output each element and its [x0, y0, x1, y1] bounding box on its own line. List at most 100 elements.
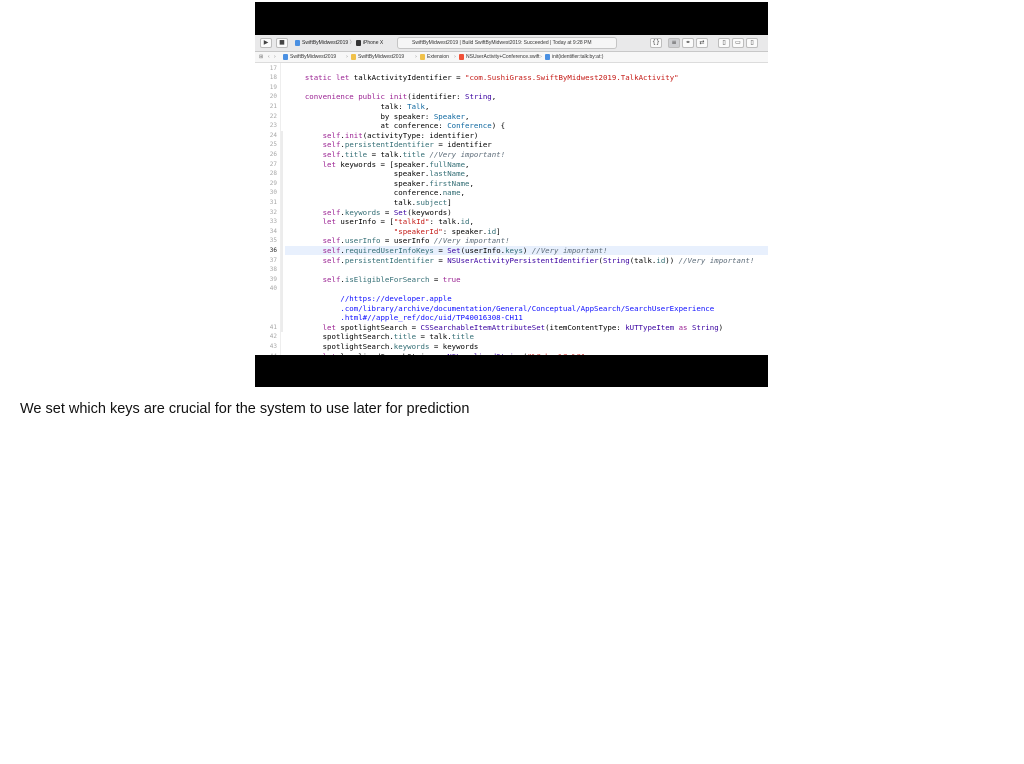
jumpbar-item-project[interactable]: SwiftByMidwest2019 — [283, 52, 336, 62]
code-token: = talk. — [367, 149, 403, 159]
code-token: ) { — [491, 121, 506, 131]
source-editor[interactable]: 17 18 19 20 21 22 23 24 25 26 27 28 29 30 31 32 33 34 35 36… — [255, 63, 768, 355]
scheme-selector[interactable]: SwiftByMidwest2019 〉 iPhone X — [295, 38, 383, 48]
chevron-right-icon: › — [540, 54, 542, 60]
code-token: init — [344, 130, 363, 140]
code-token: at conference: — [287, 121, 448, 131]
code-line: self.persistentIdentifier = NSUserActivi… — [287, 255, 755, 266]
bottom-panel-icon: ▭ — [735, 39, 741, 46]
line-number: 19 — [269, 83, 277, 91]
lines-icon: ≡ — [671, 39, 677, 46]
line-number: 23 — [269, 122, 277, 130]
code-token: as — [678, 322, 688, 332]
xcode-toolbar: ▶ ■ SwiftByMidwest2019 〉 iPhone X SwiftB… — [255, 35, 768, 52]
navigator-toggle-button[interactable]: ▯ — [718, 38, 730, 48]
version-editor-button[interactable]: ⇄ — [696, 38, 708, 48]
code-token: persistentIdentifier — [344, 255, 434, 265]
code-line: spotlightSearch.keywords = keywords — [287, 341, 479, 352]
chevron-right-icon: › — [415, 54, 417, 60]
line-number: 42 — [269, 333, 277, 341]
code-token: kUTTypeItem — [625, 322, 675, 332]
code-token: self — [322, 140, 341, 150]
code-line: self.keywords = Set(keywords) — [287, 208, 452, 218]
chevron-right-icon: › — [346, 54, 348, 60]
code-line: let spotlightSearch = CSSearchableItemAt… — [287, 322, 724, 333]
code-token: persistentIdentifier — [344, 140, 434, 150]
code-token: title — [393, 332, 417, 342]
app-icon — [295, 39, 300, 46]
jumpbar-item-label: NSUserActivity+Conference.swift — [466, 54, 540, 60]
jumpbar-item-group[interactable]: SwiftByMidwest2019 — [351, 52, 404, 62]
method-icon — [545, 53, 550, 60]
code-token: //Very important! — [433, 236, 510, 246]
jumpbar-item-method[interactable]: init(identifier:talk:by:at:) — [545, 52, 603, 62]
code-token: Speaker — [433, 111, 465, 121]
run-button[interactable]: ▶ — [260, 38, 272, 48]
stop-icon: ■ — [279, 39, 285, 46]
line-number: 43 — [269, 342, 277, 350]
code-line: self.title = talk.title //Very important… — [287, 150, 505, 160]
xcode-window: ▶ ■ SwiftByMidwest2019 〉 iPhone X SwiftB… — [255, 35, 768, 355]
code-line: self.init(activityType: identifier) — [287, 130, 479, 141]
jumpbar-item-folder[interactable]: Extension — [420, 52, 449, 62]
code-token: = userInfo — [380, 236, 434, 246]
code-token: ) — [718, 322, 724, 332]
code-token: CSSearchableItemAttributeSet — [420, 322, 546, 332]
line-number: 36 — [269, 246, 277, 254]
assistant-editor-button[interactable]: ⚭ — [682, 38, 694, 48]
code-line: conference.name, — [287, 188, 465, 198]
stop-button[interactable]: ■ — [276, 38, 288, 48]
code-token: .com/library/archive/documentation/Gener… — [340, 303, 715, 313]
line-number: 38 — [269, 266, 277, 274]
code-token: keywords — [393, 341, 430, 351]
code-line: "speakerId": speaker.id] — [287, 227, 501, 237]
code-line: at conference: Conference) { — [287, 121, 505, 131]
code-token: = — [433, 245, 448, 255]
line-number: 37 — [269, 256, 277, 264]
chevron-right-icon: 〉 — [349, 40, 356, 46]
device-icon — [355, 39, 361, 46]
jumpbar-item-label: Extension — [427, 54, 449, 60]
code-line: self.requiredUserInfoKeys = Set(userInfo… — [287, 245, 608, 256]
code-token: = — [380, 207, 394, 217]
forward-icon[interactable]: › — [274, 52, 276, 62]
code-token: public — [358, 92, 385, 102]
code-token: name — [442, 188, 461, 198]
code-token: localizedSearchString = — [336, 352, 447, 356]
code-token: , — [465, 111, 470, 121]
line-number: 35 — [269, 237, 277, 245]
code-line: speaker.firstName, — [287, 179, 474, 189]
fold-ribbon[interactable] — [281, 130, 283, 333]
inspector-toggle-button[interactable]: ▯ — [746, 38, 758, 48]
line-number: 32 — [269, 208, 277, 216]
line-number: 17 — [269, 64, 277, 72]
code-token: keywords = [speaker. — [335, 159, 430, 169]
code-token: (talk. — [629, 255, 657, 265]
code-token: Conference — [447, 121, 492, 131]
code-token: Set — [447, 245, 461, 255]
jumpbar-item-label: SwiftByMidwest2019 — [290, 54, 337, 60]
grid-icon[interactable]: ⊞ — [259, 52, 263, 62]
debug-toggle-button[interactable]: ▭ — [732, 38, 744, 48]
standard-editor-button[interactable]: ≡ — [668, 38, 680, 48]
code-token: = talk. — [416, 332, 452, 342]
code-token: ) — [522, 245, 532, 255]
library-button[interactable]: {} — [650, 38, 662, 48]
activity-project: SwiftByMidwest2019 — [412, 40, 459, 46]
code-token: talkActivityIdentifier = — [349, 73, 466, 83]
code-token: "speakerId" — [393, 226, 443, 236]
jumpbar-item-file[interactable]: NSUserActivity+Conference.swift — [459, 52, 540, 62]
line-number: 29 — [269, 179, 277, 187]
code-token: convenience — [304, 92, 354, 102]
back-icon[interactable]: ‹ — [268, 52, 270, 62]
activity-status: Build SwiftByMidwest2019: Succeeded | To… — [462, 40, 592, 46]
slide-image: ▶ ■ SwiftByMidwest2019 〉 iPhone X SwiftB… — [255, 2, 768, 387]
code-line: static let talkActivityIdentifier = "com… — [287, 73, 679, 83]
